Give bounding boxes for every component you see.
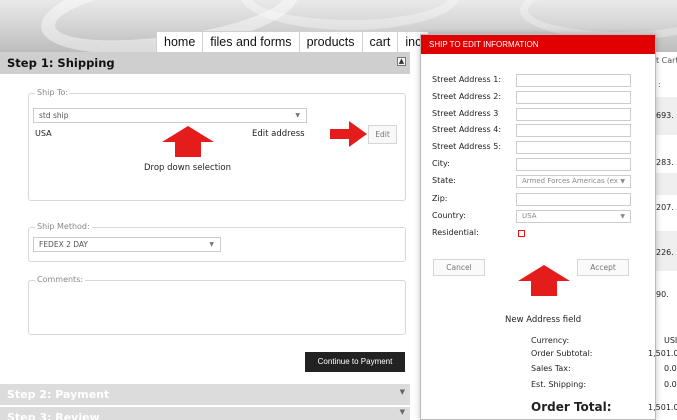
zip-label: Zip: xyxy=(432,194,448,203)
street-address-4-label: Street Address 4: xyxy=(432,125,502,134)
arrow-right-icon xyxy=(330,121,367,147)
zip-input[interactable] xyxy=(516,193,631,206)
city-label: City: xyxy=(432,159,450,168)
collapse-icon[interactable]: ▲ xyxy=(397,57,406,66)
edit-address-button[interactable]: Edit xyxy=(368,125,397,144)
step1-header[interactable]: Step 1: Shipping ▲ xyxy=(0,52,410,74)
chevron-down-icon: ▼ xyxy=(295,112,300,119)
step1-title: Step 1: Shipping xyxy=(7,56,115,70)
chevron-down-icon: ▼ xyxy=(399,388,405,396)
nav-home[interactable]: home xyxy=(157,32,204,52)
ship-method-legend: Ship Method: xyxy=(35,222,92,231)
order-total-label: Order Total: xyxy=(531,400,612,414)
ship-to-select[interactable]: std ship ▼ xyxy=(33,108,307,123)
nav-cart[interactable]: cart xyxy=(363,32,399,52)
comments-legend: Comments: xyxy=(35,275,86,284)
residential-checkbox[interactable] xyxy=(518,230,525,237)
street-address-3-label: Street Address 3 xyxy=(432,109,499,118)
order-total-value: 1,501.0 xyxy=(648,403,677,412)
ship-method-select[interactable]: FEDEX 2 DAY ▼ xyxy=(33,237,221,252)
chevron-down-icon: ▼ xyxy=(209,241,214,248)
ship-to-selected: std ship xyxy=(39,111,69,120)
dropdown-annotation: Drop down selection xyxy=(144,163,231,173)
ship-method-selected: FEDEX 2 DAY xyxy=(39,240,89,249)
sales-tax-value: 0.0 xyxy=(664,364,677,373)
step2-header[interactable]: Step 2: Payment ▼ xyxy=(0,384,410,405)
cart-header: t Cart xyxy=(656,56,677,65)
chevron-down-icon: ▼ xyxy=(620,176,625,187)
step2-title: Step 2: Payment xyxy=(7,388,110,401)
street-address-5-label: Street Address 5: xyxy=(432,142,502,151)
step3-title: Step 3: Review xyxy=(7,411,100,420)
est-shipping-value: 0.0 xyxy=(664,380,677,389)
street-address-2-label: Street Address 2: xyxy=(432,92,502,101)
city-input[interactable] xyxy=(516,158,631,171)
chevron-down-icon: ▼ xyxy=(620,213,625,220)
arrow-up-icon xyxy=(518,265,570,296)
order-subtotal-label: Order Subtotal: xyxy=(531,349,593,358)
cart-row-amount: 693. xyxy=(656,111,674,120)
arrow-up-icon xyxy=(162,126,214,157)
banner-decoration xyxy=(240,0,460,30)
chevron-down-icon: ▼ xyxy=(399,408,405,416)
street-address-1-input[interactable] xyxy=(516,74,631,87)
country-label: Country: xyxy=(432,211,466,220)
ship-to-legend: Ship To: xyxy=(35,88,71,97)
street-address-2-input[interactable] xyxy=(516,91,631,104)
currency-label: Currency: xyxy=(531,336,570,345)
cart-row-amount: 207. xyxy=(656,203,674,212)
street-address-4-input[interactable] xyxy=(516,124,631,137)
country-selected: USA xyxy=(522,212,537,220)
cart-row-amount: 90. xyxy=(656,290,669,299)
country-select[interactable]: USA ▼ xyxy=(516,210,631,223)
comments-fieldset[interactable]: Comments: xyxy=(28,275,406,335)
sales-tax-label: Sales Tax: xyxy=(531,364,571,373)
order-subtotal-value: 1,501.0 xyxy=(648,349,677,358)
cart-row-amount: 226. xyxy=(656,248,674,257)
cart-row-amount: 283. xyxy=(656,158,674,167)
nav-files-and-forms[interactable]: files and forms xyxy=(203,32,300,52)
state-selected: Armed Forces Americas (ex xyxy=(522,177,618,185)
modal-title: Ship to Edit Information xyxy=(421,35,655,54)
street-address-3-input[interactable] xyxy=(516,108,631,121)
street-address-1-label: Street Address 1: xyxy=(432,75,502,84)
edit-address-label: Edit address xyxy=(252,129,305,139)
continue-to-payment-button[interactable]: Continue to Payment xyxy=(305,352,405,372)
residential-label: Residential: xyxy=(432,228,479,237)
street-address-5-input[interactable] xyxy=(516,141,631,154)
new-address-annotation: New Address field xyxy=(505,315,582,325)
currency-value: USI xyxy=(664,336,677,345)
accept-button[interactable]: Accept xyxy=(577,259,629,276)
state-select[interactable]: Armed Forces Americas (ex ▼ xyxy=(516,175,631,188)
step3-header[interactable]: Step 3: Review ▼ xyxy=(0,407,410,420)
cart-subheader: : xyxy=(658,80,661,89)
cancel-button[interactable]: Cancel xyxy=(433,259,485,276)
ship-to-edit-modal: Ship to Edit Information Street Address … xyxy=(420,34,656,420)
nav-products[interactable]: products xyxy=(300,32,363,52)
cart-row-band xyxy=(656,173,677,195)
est-shipping-label: Est. Shipping: xyxy=(531,380,587,389)
main-nav: home files and forms products cart inc xyxy=(156,31,430,52)
state-label: State: xyxy=(432,176,456,185)
ship-to-country: USA xyxy=(35,129,52,138)
